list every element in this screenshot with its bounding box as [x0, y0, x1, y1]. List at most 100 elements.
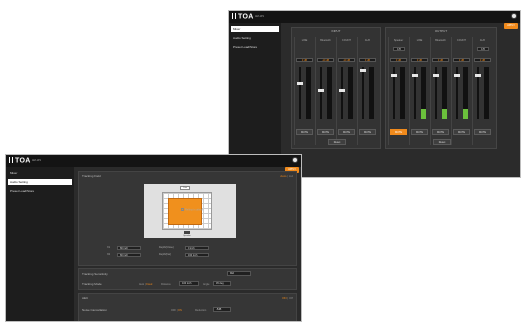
level-meter — [348, 67, 353, 119]
sidebar-item-preset[interactable]: Preset Load/Store — [8, 188, 72, 194]
reduction-select[interactable]: -5dB — [213, 307, 231, 312]
reduction-label: Reduction — [195, 309, 207, 312]
mute-button[interactable]: MUTE — [453, 129, 470, 135]
level-value-input[interactable]: 0 dB — [390, 58, 407, 62]
output-reset-button[interactable]: Reset — [433, 139, 451, 145]
fader-knob[interactable] — [433, 74, 439, 77]
angle-select[interactable]: 45 deg — [213, 281, 231, 286]
channel-name: Bluetooth — [320, 39, 331, 42]
mute-button[interactable]: MUTE — [338, 129, 355, 135]
level-value-input[interactable]: 0 dB — [474, 58, 491, 62]
mute-button[interactable]: MUTE — [474, 129, 491, 135]
output-panel: OUTPUT Speaker F/B 0 dB MUTE LINE 0 dB MUTE Blu… — [385, 27, 497, 149]
input-channel-strip: COUNT -10 dB MUTE — [336, 37, 356, 145]
distance-select[interactable]: 100 inch — [179, 281, 199, 286]
title-bar: TOA AM-1P1 — [229, 11, 520, 23]
feedback-button[interactable]: F/B — [477, 47, 489, 51]
audio-setting-window: TOA AM-1P1 APPLY Mixer Audio Setting Pre… — [5, 154, 302, 322]
mute-button[interactable]: MUTE — [296, 129, 313, 135]
tracking-field-switch[interactable]: Auto | Ltd — [280, 174, 293, 178]
fader-knob[interactable] — [475, 74, 481, 77]
speaker-icon — [184, 231, 190, 234]
tracking-area[interactable] — [168, 198, 202, 225]
fader-knob[interactable] — [297, 82, 303, 85]
level-meter — [442, 67, 447, 119]
channel-name: COUNT — [342, 39, 351, 42]
sidebar-item-mixer[interactable]: Mixer — [231, 26, 279, 32]
tracking-mode-label: Tracking Mode — [82, 282, 102, 286]
input-panel-title: INPUT — [331, 29, 341, 33]
fader-knob[interactable] — [360, 69, 366, 72]
field-depth-far-input[interactable]: 160 inch — [185, 253, 209, 257]
tracking-sensitivity-select[interactable]: Mid — [227, 271, 251, 276]
fader-knob[interactable] — [318, 89, 324, 92]
channel-name: Speaker — [393, 39, 404, 42]
level-meter — [327, 67, 332, 119]
input-channel-strip: AUX 0 dB MUTE — [357, 37, 377, 145]
field-depth-close-input[interactable]: 0 inch — [185, 246, 209, 250]
toa-logo: TOA — [9, 157, 31, 166]
tracking-field-section: Tracking Field Auto | Ltd Cam Speaker Re… — [78, 171, 297, 266]
level-meter-fill — [442, 108, 447, 119]
fader-knob[interactable] — [454, 74, 460, 77]
channel-name: LINE — [416, 39, 423, 42]
level-meter — [463, 67, 468, 119]
mute-button[interactable]: MUTE — [411, 129, 428, 135]
fader-track[interactable] — [297, 67, 303, 119]
output-channel-strip: COUNT 0 dB MUTE — [451, 37, 471, 145]
apply-button[interactable]: APPLY — [504, 23, 518, 29]
sidebar-item-audio-setting[interactable]: Audio Setting — [231, 35, 279, 41]
fader-track[interactable] — [391, 67, 397, 119]
field-x1-input[interactable]: 80 inch — [117, 246, 141, 250]
input-reset-button[interactable]: Reset — [328, 139, 346, 145]
output-channel-strip: Bluetooth 0 dB MUTE — [430, 37, 450, 145]
tracking-options-section: Tracking Sensitivity Mid Tracking Mode A… — [78, 268, 297, 290]
feedback-button[interactable]: F/B — [393, 47, 405, 51]
level-meter — [369, 67, 374, 119]
output-channel-strip: Speaker F/B 0 dB MUTE — [388, 37, 408, 145]
fader-track[interactable] — [412, 67, 418, 119]
level-meter-fill — [463, 108, 468, 119]
level-value-input[interactable]: 0 dB — [411, 58, 428, 62]
gear-icon[interactable] — [292, 157, 298, 163]
level-meter — [421, 67, 426, 119]
tracking-sensitivity-label: Tracking Sensitivity — [82, 272, 108, 276]
mute-button[interactable]: MUTE — [359, 129, 376, 135]
fader-track[interactable] — [454, 67, 460, 119]
sidebar-item-mixer[interactable]: Mixer — [8, 170, 72, 176]
fader-knob[interactable] — [339, 89, 345, 92]
level-value-input[interactable]: 0 dB — [359, 58, 376, 62]
fader-track[interactable] — [475, 67, 481, 119]
fader-knob[interactable] — [391, 74, 397, 77]
level-meter — [400, 67, 405, 119]
mute-button[interactable]: MUTE — [432, 129, 449, 135]
output-channel-strip: LINE 0 dB MUTE — [409, 37, 429, 145]
level-meter — [306, 67, 311, 119]
channel-name: AUX — [364, 39, 371, 42]
tracking-mode-toggle[interactable]: Auto | Fixed — [139, 283, 152, 286]
gear-icon[interactable] — [511, 13, 517, 19]
reflect-checkbox[interactable]: Reflect in others — [181, 208, 203, 212]
sidebar-item-preset[interactable]: Preset Load/Store — [231, 44, 279, 50]
noise-cancellation-toggle[interactable]: OFF | ON — [171, 309, 182, 312]
fader-track[interactable] — [318, 67, 324, 119]
mute-button[interactable]: MUTE — [390, 129, 407, 135]
title-bar: TOA AM-1P1 — [6, 155, 301, 167]
aec-switch[interactable]: ON | Off — [282, 296, 293, 300]
fader-track[interactable] — [360, 67, 366, 119]
level-value-input[interactable]: 0 dB — [453, 58, 470, 62]
fader-track[interactable] — [339, 67, 345, 119]
field-x2-input[interactable]: 80 inch — [117, 253, 141, 257]
level-value-input[interactable]: 0 dB — [432, 58, 449, 62]
level-meter — [484, 67, 489, 119]
mute-button[interactable]: MUTE — [317, 129, 334, 135]
sidebar-item-audio-setting[interactable]: Audio Setting — [8, 179, 72, 185]
output-panel-title: OUTPUT — [434, 29, 448, 33]
model-label: AM-1P1 — [32, 159, 42, 162]
level-value-input[interactable]: 0 dB — [296, 58, 313, 62]
level-value-input[interactable]: -10 dB — [317, 58, 334, 62]
fader-knob[interactable] — [412, 74, 418, 77]
level-value-input[interactable]: -10 dB — [338, 58, 355, 62]
field-x1-label: X1 — [107, 246, 111, 249]
fader-track[interactable] — [433, 67, 439, 119]
